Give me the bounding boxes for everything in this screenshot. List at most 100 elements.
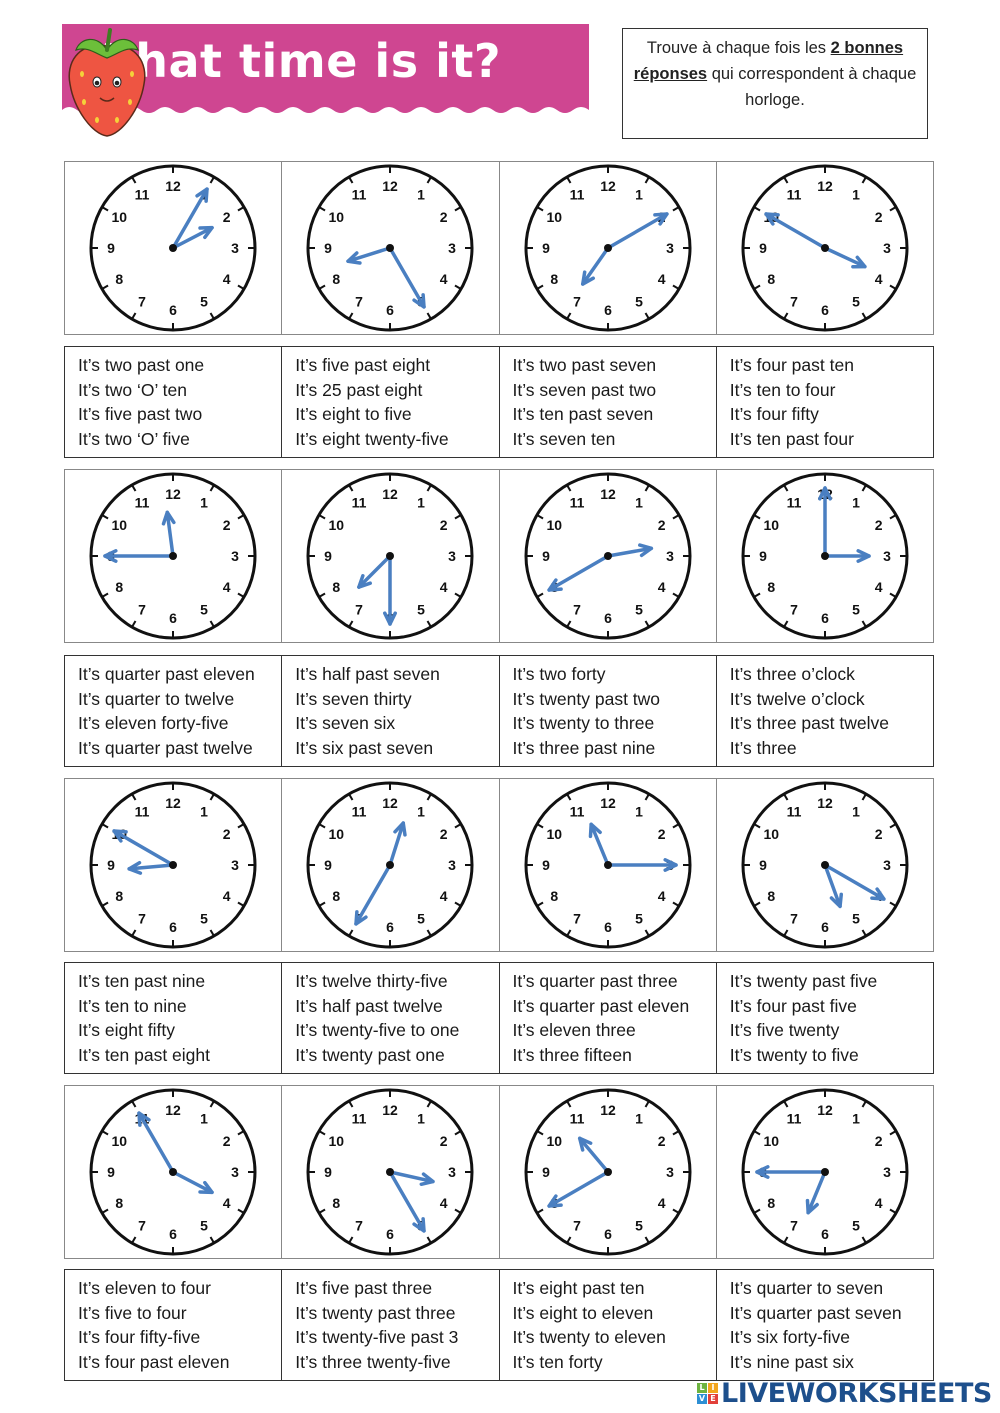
answer-group: It’s four past ten It’s ten to four It’s…	[717, 347, 933, 457]
answer-option[interactable]: It’s eight twenty-five	[295, 427, 498, 452]
answer-option[interactable]: It’s half past seven	[295, 662, 498, 687]
answer-option[interactable]: It’s four past eleven	[78, 1350, 281, 1375]
answer-option[interactable]: It’s twenty past one	[295, 1043, 498, 1068]
clock-number: 6	[821, 610, 829, 626]
logo-block: E	[708, 1394, 718, 1404]
answer-option[interactable]: It’s two ‘O’ five	[78, 427, 281, 452]
clock-number: 2	[657, 517, 665, 533]
answer-option[interactable]: It’s four fifty-five	[78, 1325, 281, 1350]
clock-number: 4	[657, 579, 665, 595]
answer-option[interactable]: It’s two past one	[78, 353, 281, 378]
clock-number: 1	[417, 494, 425, 510]
answer-option[interactable]: It’s three twenty-five	[295, 1350, 498, 1375]
answer-option[interactable]: It’s quarter past three	[513, 969, 716, 994]
clock-number: 8	[333, 888, 341, 904]
clock-number: 11	[569, 803, 584, 819]
clock-number: 9	[542, 548, 550, 564]
clock-number: 12	[817, 1102, 833, 1118]
clock-cell: 121234567891011	[282, 779, 500, 951]
clock-number: 4	[440, 1195, 448, 1211]
answer-group: It’s quarter past three It’s quarter pas…	[500, 963, 717, 1073]
clock-number: 10	[112, 209, 128, 225]
answer-row-1: It’s two past one It’s two ‘O’ ten It’s …	[64, 346, 934, 458]
answer-option[interactable]: It’s half past twelve	[295, 994, 498, 1019]
clock-face: 121234567891011	[89, 1088, 257, 1256]
answer-option[interactable]: It’s quarter past eleven	[513, 994, 716, 1019]
answer-option[interactable]: It’s seven thirty	[295, 687, 498, 712]
answer-option[interactable]: It’s seven past two	[513, 378, 716, 403]
answer-option[interactable]: It’s three fifteen	[513, 1043, 716, 1068]
clock-number: 10	[546, 1133, 562, 1149]
answer-option[interactable]: It’s twenty to five	[730, 1043, 933, 1068]
clock-number: 3	[231, 857, 239, 873]
clock-number: 7	[790, 911, 798, 927]
answer-option[interactable]: It’s ten past seven	[513, 402, 716, 427]
answer-option[interactable]: It’s two ‘O’ ten	[78, 378, 281, 403]
answer-option[interactable]: It’s twelve o’clock	[730, 687, 933, 712]
answer-option[interactable]: It’s twenty past three	[295, 1301, 498, 1326]
clock-number: 12	[600, 486, 616, 502]
answer-option[interactable]: It’s quarter past seven	[730, 1301, 933, 1326]
clock-center	[603, 861, 612, 869]
answer-option[interactable]: It’s ten forty	[513, 1350, 716, 1375]
answer-option[interactable]: It’s five past eight	[295, 353, 498, 378]
liveworksheets-logo[interactable]: L I V E LIVEWORKSHEETS	[697, 1378, 992, 1409]
clock-number: 4	[875, 579, 883, 595]
answer-option[interactable]: It’s nine past six	[730, 1350, 933, 1375]
answer-option[interactable]: It’s ten past four	[730, 427, 933, 452]
answer-option[interactable]: It’s ten to four	[730, 378, 933, 403]
answer-option[interactable]: It’s twenty to three	[513, 711, 716, 736]
answer-option[interactable]: It’s eleven three	[513, 1018, 716, 1043]
answer-option[interactable]: It’s twenty to eleven	[513, 1325, 716, 1350]
answer-option[interactable]: It’s three past nine	[513, 736, 716, 761]
answer-option[interactable]: It’s four fifty	[730, 402, 933, 427]
answer-option[interactable]: It’s eight to five	[295, 402, 498, 427]
clock-number: 2	[875, 1133, 883, 1149]
answer-option[interactable]: It’s three	[730, 736, 933, 761]
answer-option[interactable]: It’s twenty past two	[513, 687, 716, 712]
answer-option[interactable]: It’s quarter to seven	[730, 1276, 933, 1301]
answer-option[interactable]: It’s twelve thirty-five	[295, 969, 498, 994]
answer-option[interactable]: It’s ten to nine	[78, 994, 281, 1019]
answer-option[interactable]: It’s five past three	[295, 1276, 498, 1301]
answer-option[interactable]: It’s five to four	[78, 1301, 281, 1326]
answer-option[interactable]: It’s eight past ten	[513, 1276, 716, 1301]
answer-option[interactable]: It’s ten past nine	[78, 969, 281, 994]
answer-option[interactable]: It’s quarter past eleven	[78, 662, 281, 687]
answer-option[interactable]: It’s three o’clock	[730, 662, 933, 687]
clock-number: 5	[852, 911, 860, 927]
clock-number: 9	[542, 857, 550, 873]
clock-center	[386, 861, 395, 869]
answer-option[interactable]: It’s seven six	[295, 711, 498, 736]
clock-number: 5	[852, 294, 860, 310]
clock-number: 2	[657, 826, 665, 842]
answer-option[interactable]: It’s eight fifty	[78, 1018, 281, 1043]
answer-option[interactable]: It’s ten past eight	[78, 1043, 281, 1068]
answer-option[interactable]: It’s five twenty	[730, 1018, 933, 1043]
answer-option[interactable]: It’s 25 past eight	[295, 378, 498, 403]
answer-option[interactable]: It’s quarter past twelve	[78, 736, 281, 761]
answer-option[interactable]: It’s three past twelve	[730, 711, 933, 736]
answer-option[interactable]: It’s six forty-five	[730, 1325, 933, 1350]
clock-face: 121234567891011	[89, 164, 257, 332]
answer-option[interactable]: It’s eleven forty-five	[78, 711, 281, 736]
answer-option[interactable]: It’s eight to eleven	[513, 1301, 716, 1326]
answer-option[interactable]: It’s eleven to four	[78, 1276, 281, 1301]
clock-number: 5	[417, 602, 425, 618]
answer-option[interactable]: It’s seven ten	[513, 427, 716, 452]
answer-option[interactable]: It’s twenty-five to one	[295, 1018, 498, 1043]
answer-option[interactable]: It’s two past seven	[513, 353, 716, 378]
answer-option[interactable]: It’s twenty-five past 3	[295, 1325, 498, 1350]
answer-option[interactable]: It’s six past seven	[295, 736, 498, 761]
answer-option[interactable]: It’s twenty past five	[730, 969, 933, 994]
clock-number: 6	[169, 919, 177, 935]
clock-number: 10	[329, 517, 345, 533]
answer-group: It’s two forty It’s twenty past two It’s…	[500, 656, 717, 766]
answer-option[interactable]: It’s quarter to twelve	[78, 687, 281, 712]
answer-option[interactable]: It’s two forty	[513, 662, 716, 687]
answer-group: It’s twenty past five It’s four past fiv…	[717, 963, 933, 1073]
answer-option[interactable]: It’s five past two	[78, 402, 281, 427]
answer-option[interactable]: It’s four past five	[730, 994, 933, 1019]
answer-option[interactable]: It’s four past ten	[730, 353, 933, 378]
clock-number: 2	[223, 209, 231, 225]
